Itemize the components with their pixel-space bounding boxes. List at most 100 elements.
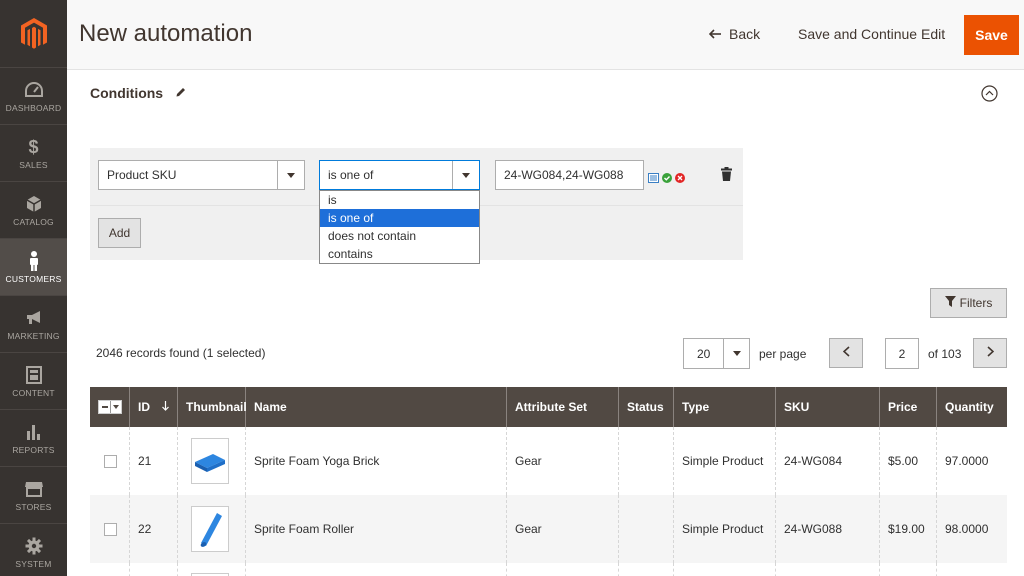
column-header-status[interactable]: Status [619,387,674,427]
store-icon [24,478,44,500]
page-number-input[interactable]: 2 [885,338,919,369]
add-condition-button[interactable]: Add [98,218,141,248]
cell-id: 21 [130,427,178,495]
nav-customers-label: CUSTOMERS [5,274,62,284]
column-header-quantity[interactable]: Quantity [937,387,1007,427]
column-header-type[interactable]: Type [674,387,776,427]
column-header-thumbnail[interactable]: Thumbnail [178,387,247,427]
pencil-icon[interactable] [175,85,187,101]
operator-select-value: is one of [328,168,374,182]
trash-icon[interactable] [721,167,732,186]
row-select-cell[interactable] [90,427,130,495]
cell-status [619,427,674,495]
cell-type: Simple Product [674,495,776,563]
nav-content[interactable]: CONTENT [0,353,67,410]
nav-content-label: CONTENT [12,388,55,398]
mass-select-checkbox[interactable] [98,400,122,414]
funnel-icon [944,296,956,310]
triangle-down-icon [723,339,749,368]
cell-attribute-set [507,563,619,576]
conditions-header[interactable]: Conditions [90,85,187,101]
cell-quantity [937,563,1007,576]
nav-sales-label: SALES [19,160,48,170]
per-page-value: 20 [697,346,711,361]
apply-check-icon[interactable] [662,170,672,188]
dropdown-option-selected[interactable]: is one of [320,209,479,227]
nav-dashboard[interactable]: DASHBOARD [0,68,67,125]
row-select-cell[interactable] [90,495,130,563]
table-row[interactable]: 22 Sprite Foam Roller Gear Simple Produc… [90,495,1007,563]
column-header-id[interactable]: ID [130,387,178,427]
chooser-list-icon[interactable] [648,170,659,188]
cancel-x-icon[interactable] [675,170,685,188]
operator-dropdown-list: is is one of does not contain contains [319,190,480,264]
nav-marketing[interactable]: MARKETING [0,296,67,353]
nav-stores[interactable]: STORES [0,467,67,524]
nav-system[interactable]: SYSTEM [0,524,67,576]
table-row[interactable]: 21 Sprite Foam Yoga Brick Gear Simple Pr… [90,427,1007,495]
nav-catalog-label: CATALOG [13,217,54,227]
cell-name: Sprite Foam Roller [246,495,507,563]
nav-dashboard-label: DASHBOARD [5,103,62,113]
attribute-select[interactable]: Product SKU [98,160,305,190]
back-label: Back [729,26,761,42]
filters-label: Filters [959,296,993,310]
cell-id [130,563,178,576]
prev-page-button[interactable] [829,338,863,368]
dollar-icon: $ [28,136,39,157]
chevron-right-icon [986,344,994,362]
column-header-id-label: ID [138,400,150,414]
nav-customers[interactable]: CUSTOMERS [0,239,67,296]
triangle-down-icon [111,401,121,413]
dropdown-option[interactable]: is [320,191,479,209]
cell-quantity: 97.0000 [945,454,989,468]
conditions-title: Conditions [90,85,164,101]
filters-button[interactable]: Filters [930,288,1007,318]
back-button[interactable]: Back [708,26,761,42]
nav-sales[interactable]: $ SALES [0,125,67,182]
bar-chart-icon [26,421,42,443]
row-select-cell[interactable] [90,563,130,576]
column-header-price[interactable]: Price [880,387,937,427]
triangle-down-icon [277,161,304,189]
magento-logo[interactable] [0,0,67,68]
triangle-down-icon [452,161,479,189]
arrow-left-icon [708,26,721,42]
row-checkbox[interactable] [104,454,117,468]
cube-icon [26,193,42,215]
cell-price: $19.00 [880,495,937,563]
next-page-button[interactable] [973,338,1007,368]
collapse-up-icon[interactable] [981,85,998,102]
product-grid: ID Thumbnail Name Attribute Set Status T… [90,387,1007,576]
cell-quantity: 98.0000 [945,522,989,536]
dashboard-icon [24,79,43,101]
dropdown-option[interactable]: contains [320,245,479,263]
cell-thumbnail [178,495,246,563]
cell-attribute-set: Gear [507,495,619,563]
row-checkbox[interactable] [104,522,117,536]
nav-reports-label: REPORTS [12,445,55,455]
cell-price: $5.00 [880,427,937,495]
column-header-sku[interactable]: SKU [776,387,880,427]
cell-name: Sprite Foam Yoga Brick [246,427,507,495]
dropdown-option[interactable]: does not contain [320,227,479,245]
magento-logo-icon [20,17,47,49]
save-and-continue-button[interactable]: Save and Continue Edit [798,26,945,42]
save-button[interactable]: Save [964,15,1019,55]
person-icon [28,250,40,272]
mass-select-header[interactable] [90,387,130,427]
per-page-select[interactable]: 20 [683,338,750,369]
nav-catalog[interactable]: CATALOG [0,182,67,239]
table-row-partial[interactable] [90,563,1007,576]
value-input[interactable]: 24-WG084,24-WG088 [495,160,644,190]
megaphone-icon [25,307,43,329]
nav-reports[interactable]: REPORTS [0,410,67,467]
chevron-left-icon [842,344,850,362]
column-header-attribute-set[interactable]: Attribute Set [507,387,619,427]
operator-select[interactable]: is one of [319,160,480,190]
column-header-name[interactable]: Name [246,387,507,427]
cell-sku: 24-WG084 [776,427,880,495]
cell-status [619,495,674,563]
yoga-brick-thumbnail [191,438,229,484]
page-total: of 103 [928,347,962,361]
